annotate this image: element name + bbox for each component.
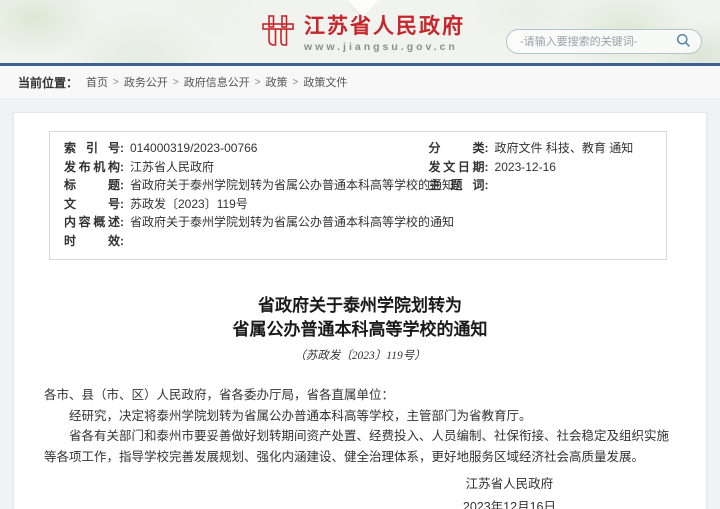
signer-name: 江苏省人民政府 — [463, 473, 556, 496]
site-title: 江苏省人民政府 — [304, 15, 465, 39]
document-body: 各市、县（市、区）人民政府，省各委办厅局，省各直属单位： 经研究，决定将泰州学院… — [44, 385, 676, 467]
signature-block: 江苏省人民政府 2023年12月16日 — [463, 473, 556, 509]
meta-row-category: 分类: 政府文件 科技、教育 通知 — [429, 139, 652, 158]
breadcrumb: 当前位置： 首页 > 政务公开 > 政府信息公开 > 政策 > 政策文件 — [0, 66, 720, 99]
search-icon — [676, 33, 691, 51]
meta-value-title: 省政府关于泰州学院划转为省属公办普通本科高等学校的通知 — [130, 176, 454, 195]
meta-column-left: 索引号: 014000319/2023-00766 发布机构: 江苏省人民政府 … — [64, 139, 429, 250]
meta-value-issuer: 江苏省人民政府 — [130, 158, 214, 177]
meta-row-index-no: 索引号: 014000319/2023-00766 — [64, 139, 429, 158]
meta-value-doc-no: 苏政发〔2023〕119号 — [130, 195, 248, 214]
meta-value-issue-date: 2023-12-16 — [495, 158, 556, 177]
site-url: www.jiangsu.gov.cn — [304, 41, 465, 53]
sign-date: 2023年12月16日 — [463, 496, 556, 509]
body-paragraph-2: 省各有关部门和泰州市要妥善做好划转期间资产处置、经费投入、人员编制、社保衔接、社… — [44, 426, 676, 467]
site-logo[interactable]: 江苏省人民政府 www.jiangsu.gov.cn — [260, 13, 465, 54]
meta-value-index-no: 014000319/2023-00766 — [130, 139, 257, 158]
salutation: 各市、县（市、区）人民政府，省各委办厅局，省各直属单位： — [44, 385, 676, 406]
document-title-line1: 省政府关于泰州学院划转为 — [14, 294, 706, 318]
document-title: 省政府关于泰州学院划转为 省属公办普通本科高等学校的通知 — [14, 294, 706, 342]
meta-value-category: 政府文件 科技、教育 通知 — [495, 139, 634, 158]
search-button[interactable] — [676, 33, 691, 51]
breadcrumb-item-home[interactable]: 首页 — [86, 74, 108, 90]
breadcrumb-separator: > — [113, 77, 119, 88]
meta-column-right: 分类: 政府文件 科技、教育 通知 发文日期: 2023-12-16 主题词: — [429, 139, 652, 250]
document-meta-table: 索引号: 014000319/2023-00766 发布机构: 江苏省人民政府 … — [49, 131, 667, 260]
meta-value-summary: 省政府关于泰州学院划转为省属公办普通本科高等学校的通知 — [130, 213, 454, 232]
breadcrumb-item-zwgk[interactable]: 政务公开 — [124, 74, 168, 90]
meta-row-doc-no: 文号: 苏政发〔2023〕119号 — [64, 195, 429, 214]
meta-row-summary: 内容概述: 省政府关于泰州学院划转为省属公办普通本科高等学校的通知 — [64, 213, 429, 232]
document-number: （苏政发〔2023〕119号） — [14, 347, 706, 363]
meta-row-keywords: 主题词: — [429, 176, 652, 195]
breadcrumb-item-zcwj[interactable]: 政策文件 — [303, 74, 347, 90]
search-input[interactable] — [520, 36, 676, 48]
site-header: 江苏省人民政府 www.jiangsu.gov.cn — [0, 0, 720, 63]
search-box[interactable] — [506, 29, 702, 54]
meta-row-issuer: 发布机构: 江苏省人民政府 — [64, 158, 429, 177]
meta-row-title: 标题: 省政府关于泰州学院划转为省属公办普通本科高等学校的通知 — [64, 176, 429, 195]
meta-row-issue-date: 发文日期: 2023-12-16 — [429, 158, 652, 177]
su-seal-icon — [260, 13, 296, 54]
breadcrumb-separator: > — [293, 77, 299, 88]
breadcrumb-item-zc[interactable]: 政策 — [266, 74, 288, 90]
breadcrumb-separator: > — [255, 77, 261, 88]
document-card: 索引号: 014000319/2023-00766 发布机构: 江苏省人民政府 … — [13, 112, 707, 509]
breadcrumb-separator: > — [173, 77, 179, 88]
breadcrumb-item-xxgk[interactable]: 政府信息公开 — [184, 74, 250, 90]
document-title-line2: 省属公办普通本科高等学校的通知 — [14, 318, 706, 342]
breadcrumb-prefix: 当前位置： — [18, 74, 78, 91]
meta-row-validity: 时效: — [64, 232, 429, 251]
body-paragraph-1: 经研究，决定将泰州学院划转为省属公办普通本科高等学校，主管部门为省教育厅。 — [44, 406, 676, 427]
